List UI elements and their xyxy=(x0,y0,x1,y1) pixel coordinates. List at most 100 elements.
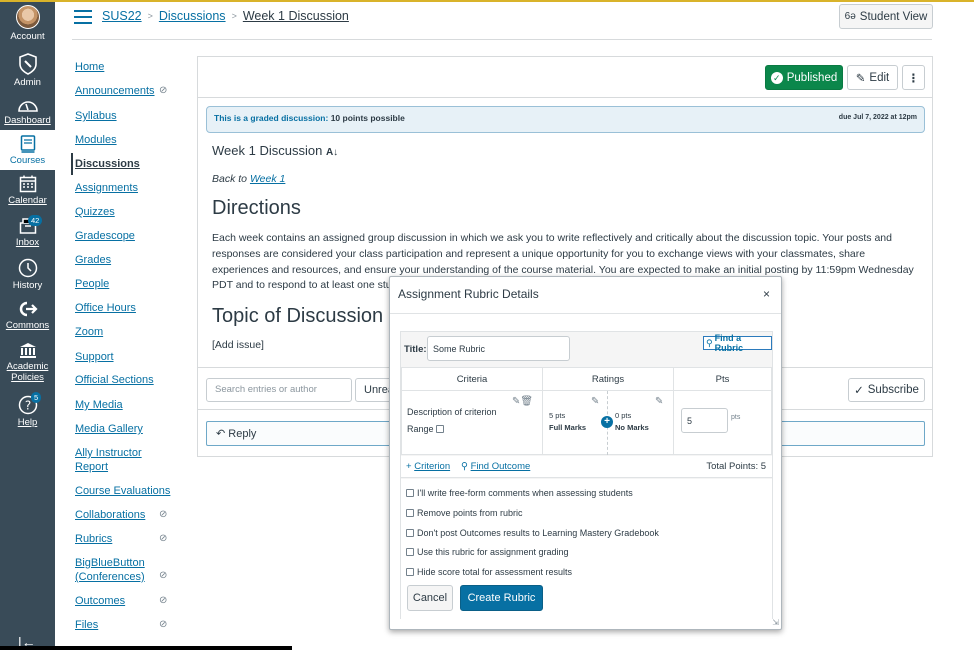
course-nav-assignments[interactable]: Assignments xyxy=(75,181,185,195)
course-nav-link[interactable]: Ally Instructor Report xyxy=(75,447,142,473)
rubric-sort-icon[interactable]: A↓ xyxy=(326,147,338,158)
criterion-row: ✎🗑 Description of criterion Range ✎ 5 pt… xyxy=(401,390,772,455)
rubric-title-input[interactable]: Some Rubric xyxy=(427,336,570,361)
course-nav-gradescope[interactable]: Gradescope xyxy=(75,229,185,243)
course-nav-link[interactable]: Support xyxy=(75,351,114,363)
course-nav-support[interactable]: Support xyxy=(75,350,185,364)
course-nav-people[interactable]: People xyxy=(75,277,185,291)
rating-points: 5 pts xyxy=(549,411,566,420)
global-nav-courses[interactable]: Courses xyxy=(0,130,55,170)
edit-button[interactable]: ✎ Edit xyxy=(847,65,898,90)
course-menu-toggle[interactable] xyxy=(74,10,92,24)
course-nav-link[interactable]: Official Sections xyxy=(75,374,154,386)
course-nav-zoom[interactable]: Zoom xyxy=(75,325,185,339)
course-nav-modules[interactable]: Modules xyxy=(75,133,185,147)
course-nav-link[interactable]: Grades xyxy=(75,254,111,266)
course-nav-link[interactable]: Gradescope xyxy=(75,230,135,242)
add-rating-icon[interactable]: + xyxy=(601,416,613,428)
add-criterion-link[interactable]: + Criterion xyxy=(406,461,450,472)
course-nav-grades[interactable]: Grades xyxy=(75,253,185,267)
pencil-icon[interactable]: ✎ xyxy=(655,396,663,407)
back-to-week-link[interactable]: Week 1 xyxy=(250,173,285,185)
more-options-button[interactable]: ⋮ xyxy=(902,65,925,90)
find-outcome-link[interactable]: ⚲ Find Outcome xyxy=(461,461,530,472)
global-nav-admin[interactable]: Admin xyxy=(0,53,55,88)
course-nav-bigbluebutton[interactable]: BigBlueButton (Conferences) ⊘ xyxy=(75,556,167,584)
course-nav-link[interactable]: Home xyxy=(75,61,104,73)
option-use-for-grading[interactable]: Use this rubric for assignment grading xyxy=(406,547,569,557)
course-nav-link[interactable]: Assignments xyxy=(75,182,138,194)
checkbox[interactable] xyxy=(406,568,414,576)
cancel-button[interactable]: Cancel xyxy=(407,585,453,611)
course-nav-media-gallery[interactable]: Media Gallery xyxy=(75,422,185,436)
global-nav-calendar[interactable]: Calendar xyxy=(0,175,55,206)
course-nav-link[interactable]: Rubrics xyxy=(75,533,112,545)
course-nav-ally-report[interactable]: Ally Instructor Report xyxy=(75,446,155,474)
find-rubric-label: Find a Rubric xyxy=(714,333,744,353)
course-nav-link[interactable]: Zoom xyxy=(75,326,103,338)
breadcrumb-course[interactable]: SUS22 xyxy=(102,9,142,23)
course-nav-link[interactable]: Files xyxy=(75,619,98,631)
checkbox[interactable] xyxy=(406,548,414,556)
course-nav-link[interactable]: BigBlueButton (Conferences) xyxy=(75,557,145,583)
global-nav-help[interactable]: ? Help 5 xyxy=(0,392,55,428)
checkbox[interactable] xyxy=(406,509,414,517)
checkbox[interactable] xyxy=(406,489,414,497)
criterion-points-input[interactable]: 5 xyxy=(681,408,728,433)
course-nav-link[interactable]: Office Hours xyxy=(75,302,136,314)
pencil-icon[interactable]: ✎ xyxy=(591,396,599,407)
resize-handle-icon[interactable]: ⇲ xyxy=(772,618,779,627)
plus-icon: + xyxy=(406,461,412,472)
course-nav-home[interactable]: Home xyxy=(75,60,185,74)
course-nav-discussions[interactable]: Discussions xyxy=(71,153,185,175)
trash-icon[interactable]: 🗑 xyxy=(520,396,533,407)
breadcrumb-current[interactable]: Week 1 Discussion xyxy=(243,9,349,23)
global-nav-dashboard-label: Dashboard xyxy=(4,115,51,126)
course-nav-announcements[interactable]: Announcements ⊘ xyxy=(75,84,185,98)
find-rubric-link[interactable]: ⚲ Find a Rubric xyxy=(703,333,772,353)
create-rubric-button[interactable]: Create Rubric xyxy=(460,585,543,611)
option-hide-score-total[interactable]: Hide score total for assessment results xyxy=(406,567,572,577)
course-nav-syllabus[interactable]: Syllabus xyxy=(75,109,185,123)
course-nav-link[interactable]: My Media xyxy=(75,399,123,411)
subscribe-button[interactable]: ✓ Subscribe xyxy=(848,378,925,402)
course-nav-link[interactable]: Outcomes xyxy=(75,595,125,607)
published-button[interactable]: ✓ Published xyxy=(765,65,843,90)
course-nav-my-media[interactable]: My Media xyxy=(75,398,185,412)
course-nav-files[interactable]: Files ⊘ xyxy=(75,618,185,632)
course-nav-link[interactable]: Course Evaluations xyxy=(75,485,170,497)
range-checkbox[interactable] xyxy=(435,425,444,433)
course-nav-link[interactable]: Media Gallery xyxy=(75,423,143,435)
course-nav-quizzes[interactable]: Quizzes xyxy=(75,205,185,219)
course-nav-link[interactable]: Syllabus xyxy=(75,110,117,122)
course-nav-office-hours[interactable]: Office Hours xyxy=(75,301,185,315)
option-free-form-comments[interactable]: I'll write free-form comments when asses… xyxy=(406,488,633,498)
global-nav-commons[interactable]: Commons xyxy=(0,300,55,331)
course-nav-course-evaluations[interactable]: Course Evaluations xyxy=(75,484,185,498)
global-nav-academic-policies[interactable]: Academic Policies xyxy=(0,342,55,383)
global-nav-account[interactable]: Account xyxy=(0,5,55,42)
course-nav-link[interactable]: Quizzes xyxy=(75,206,115,218)
close-icon[interactable]: × xyxy=(763,287,770,301)
course-nav-link[interactable]: Modules xyxy=(75,134,117,146)
global-nav-dashboard[interactable]: Dashboard xyxy=(0,97,55,126)
course-nav-outcomes[interactable]: Outcomes ⊘ xyxy=(75,594,185,608)
option-remove-points[interactable]: Remove points from rubric xyxy=(406,508,523,518)
breadcrumb-discussions[interactable]: Discussions xyxy=(159,9,226,23)
course-nav-rubrics[interactable]: Rubrics ⊘ xyxy=(75,532,185,546)
course-nav-link[interactable]: Announcements xyxy=(75,85,155,97)
search-entries-input[interactable]: Search entries or author xyxy=(206,378,352,402)
student-view-button[interactable]: 6ə Student View xyxy=(839,4,933,29)
global-nav-history[interactable]: History xyxy=(0,258,55,291)
rating-description: Full Marks xyxy=(549,423,587,432)
checkbox[interactable] xyxy=(406,529,414,537)
global-nav: Account Admin Dashboard Courses Calendar… xyxy=(0,0,55,650)
option-dont-post-outcomes[interactable]: Don't post Outcomes results to Learning … xyxy=(406,528,659,538)
global-nav-inbox[interactable]: Inbox 42 xyxy=(0,215,55,248)
course-nav-collaborations[interactable]: Collaborations ⊘ xyxy=(75,508,185,522)
course-nav-link[interactable]: People xyxy=(75,278,109,290)
course-nav-link[interactable]: Collaborations xyxy=(75,509,145,521)
hidden-eye-icon: ⊘ xyxy=(159,509,168,520)
course-nav-link[interactable]: Discussions xyxy=(75,158,140,170)
course-nav-official-sections[interactable]: Official Sections xyxy=(75,373,185,387)
